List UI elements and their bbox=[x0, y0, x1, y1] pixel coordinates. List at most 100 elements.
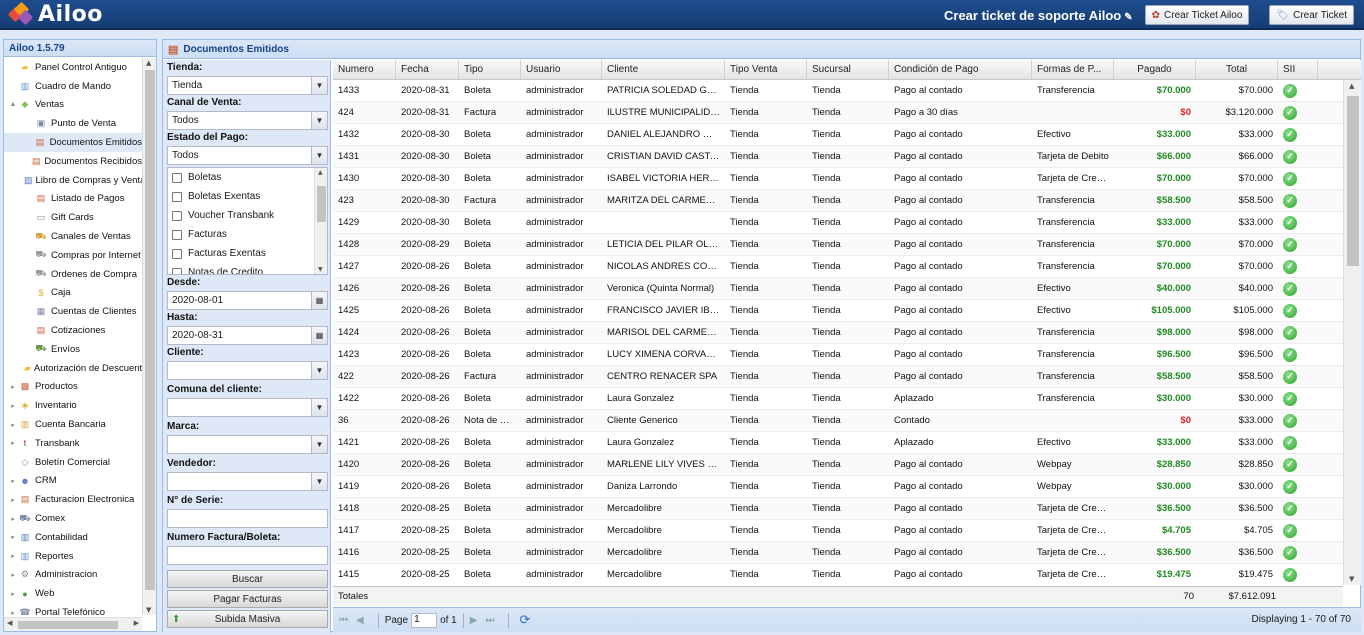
sii-accepted-icon[interactable]: ✓ bbox=[1283, 369, 1297, 384]
sii-accepted-icon[interactable]: ✓ bbox=[1283, 193, 1297, 208]
sidebar-item-autorizaci-n-de-descuentos[interactable]: ▰ Autorización de Descuentos bbox=[4, 359, 142, 378]
sidebar-item-ventas[interactable]: ▲ ◆ Ventas bbox=[4, 96, 142, 115]
sii-accepted-icon[interactable]: ✓ bbox=[1283, 391, 1297, 406]
table-row[interactable]: 1420 2020-08-26 Boleta administrador MARLENE… bbox=[333, 454, 1343, 476]
chevron-down-icon[interactable]: ▼ bbox=[311, 473, 327, 490]
doc-type-checkbox-facturas[interactable]: Facturas bbox=[168, 225, 327, 244]
sidebar-item-compras-por-internet[interactable]: ⛟ Compras por Internet bbox=[4, 246, 142, 265]
sidebar-item-env-os[interactable]: ⛟ Envíos bbox=[4, 340, 142, 359]
sii-accepted-icon[interactable]: ✓ bbox=[1283, 281, 1297, 296]
comuna-select[interactable]: ▼ bbox=[167, 398, 328, 417]
nav-hscroll-thumb[interactable] bbox=[18, 621, 118, 629]
expand-toggle-icon[interactable]: ▸ bbox=[8, 477, 18, 485]
sii-accepted-icon[interactable]: ✓ bbox=[1283, 303, 1297, 318]
sii-accepted-icon[interactable]: ✓ bbox=[1283, 215, 1297, 230]
pagar-facturas-button[interactable]: Pagar Facturas bbox=[167, 590, 328, 608]
table-row[interactable]: 1433 2020-08-31 Boleta administrador PATRICI… bbox=[333, 80, 1343, 102]
nav-vertical-scrollbar[interactable]: ▲ ▼ bbox=[142, 58, 156, 615]
desde-date-field[interactable]: 2020-08-01 ▦ bbox=[167, 291, 328, 310]
subida-masiva-button[interactable]: ⬆ Subida Masiva bbox=[167, 610, 328, 628]
sidebar-item-punto-de-venta[interactable]: ▣ Punto de Venta bbox=[4, 114, 142, 133]
sidebar-item-productos[interactable]: ▸ ▩ Productos bbox=[4, 378, 142, 397]
last-page-icon[interactable]: ⏭ bbox=[485, 615, 494, 626]
sii-accepted-icon[interactable]: ✓ bbox=[1283, 171, 1297, 186]
buscar-button[interactable]: Buscar bbox=[167, 570, 328, 588]
ailoo-logo[interactable]: Ailoo bbox=[7, 1, 103, 27]
table-row[interactable]: 1417 2020-08-25 Boleta administrador Mercado… bbox=[333, 520, 1343, 542]
table-row[interactable]: 1432 2020-08-30 Boleta administrador DANIEL … bbox=[333, 124, 1343, 146]
checkbox[interactable] bbox=[172, 248, 182, 259]
checkbox[interactable] bbox=[172, 210, 182, 221]
sii-accepted-icon[interactable]: ✓ bbox=[1283, 413, 1297, 428]
table-row[interactable]: 1415 2020-08-25 Boleta administrador Mercado… bbox=[333, 564, 1343, 585]
expand-toggle-icon[interactable]: ▸ bbox=[8, 609, 18, 616]
sii-accepted-icon[interactable]: ✓ bbox=[1283, 523, 1297, 538]
table-row[interactable]: 1428 2020-08-29 Boleta administrador LETICIA… bbox=[333, 234, 1343, 256]
checkbox[interactable] bbox=[172, 267, 182, 274]
sii-accepted-icon[interactable]: ✓ bbox=[1283, 259, 1297, 274]
estado-select[interactable]: Todos ▼ bbox=[167, 146, 328, 165]
table-row[interactable]: 422 2020-08-26 Factura administrador CENTRO … bbox=[333, 366, 1343, 388]
sii-accepted-icon[interactable]: ✓ bbox=[1283, 149, 1297, 164]
sii-accepted-icon[interactable]: ✓ bbox=[1283, 435, 1297, 450]
scroll-down-icon[interactable]: ▼ bbox=[318, 266, 323, 273]
refresh-icon[interactable]: ⟳ bbox=[519, 612, 530, 628]
table-row[interactable]: 1423 2020-08-26 Boleta administrador LUCY XI… bbox=[333, 344, 1343, 366]
scroll-up-icon[interactable]: ▲ bbox=[318, 169, 323, 176]
sii-accepted-icon[interactable]: ✓ bbox=[1283, 127, 1297, 142]
table-row[interactable]: 1429 2020-08-30 Boleta administrador Tienda T… bbox=[333, 212, 1343, 234]
column-header-tipo[interactable]: Tipo bbox=[459, 60, 521, 79]
scroll-right-icon[interactable]: ▶ bbox=[134, 619, 139, 627]
first-page-icon[interactable]: ⏮ bbox=[339, 615, 348, 626]
column-header-condici-n-de-pago[interactable]: Condición de Pago bbox=[889, 60, 1032, 79]
scroll-down-icon[interactable]: ▼ bbox=[1349, 575, 1354, 583]
checkbox[interactable] bbox=[172, 172, 182, 183]
chevron-down-icon[interactable]: ▼ bbox=[311, 112, 327, 129]
sidebar-item-contabilidad[interactable]: ▸ ▥ Contabilidad bbox=[4, 528, 142, 547]
column-header-fecha[interactable]: Fecha bbox=[396, 60, 459, 79]
canal-select[interactable]: Todos ▼ bbox=[167, 111, 328, 130]
table-row[interactable]: 424 2020-08-31 Factura administrador ILUSTRE… bbox=[333, 102, 1343, 124]
sidebar-item-ordenes-de-compra[interactable]: ⛟ Ordenes de Compra bbox=[4, 265, 142, 284]
checklist-scroll-thumb[interactable] bbox=[317, 186, 326, 222]
sii-accepted-icon[interactable]: ✓ bbox=[1283, 545, 1297, 560]
sidebar-item-gift-cards[interactable]: ▭ Gift Cards bbox=[4, 208, 142, 227]
nav-scroll-thumb[interactable] bbox=[145, 70, 155, 590]
expand-toggle-icon[interactable]: ▲ bbox=[8, 101, 18, 108]
expand-toggle-icon[interactable]: ▸ bbox=[8, 421, 18, 429]
table-row[interactable]: 1426 2020-08-26 Boleta administrador Veronic… bbox=[333, 278, 1343, 300]
sidebar-item-facturacion-electronica[interactable]: ▸ ▤ Facturacion Electronica bbox=[4, 490, 142, 509]
expand-toggle-icon[interactable]: ▸ bbox=[8, 383, 18, 391]
column-header-pagado[interactable]: Pagado bbox=[1114, 60, 1196, 79]
sidebar-item-panel-control-antiguo[interactable]: ▰ Panel Control Antiguo bbox=[4, 58, 142, 77]
grid-scroll-thumb[interactable] bbox=[1347, 96, 1359, 266]
calendar-icon[interactable]: ▦ bbox=[311, 292, 327, 309]
sidebar-item-cuadro-de-mando[interactable]: ▥ Cuadro de Mando bbox=[4, 77, 142, 96]
sidebar-item-bolet-n-comercial[interactable]: ◇ Boletín Comercial bbox=[4, 453, 142, 472]
sidebar-item-documentos-emitidos[interactable]: ▤ Documentos Emitidos bbox=[4, 133, 142, 152]
column-header-cliente[interactable]: Cliente bbox=[602, 60, 725, 79]
table-row[interactable]: 1422 2020-08-26 Boleta administrador Laura G… bbox=[333, 388, 1343, 410]
cliente-select[interactable]: ▼ bbox=[167, 361, 328, 380]
table-row[interactable]: 36 2020-08-26 Nota de Credito administrador… bbox=[333, 410, 1343, 432]
table-row[interactable]: 1430 2020-08-30 Boleta administrador ISABEL … bbox=[333, 168, 1343, 190]
serie-input[interactable] bbox=[167, 509, 328, 528]
column-header-formas-de-p-[interactable]: Formas de P... bbox=[1032, 60, 1114, 79]
checklist-scrollbar[interactable]: ▲ ▼ bbox=[314, 168, 327, 274]
sidebar-item-inventario[interactable]: ▸ ◈ Inventario bbox=[4, 396, 142, 415]
doc-type-checkbox-facturas-exentas[interactable]: Facturas Exentas bbox=[168, 244, 327, 263]
calendar-icon[interactable]: ▦ bbox=[311, 327, 327, 344]
crear-ticket-ailoo-button[interactable]: ✿ Crear Ticket Ailoo bbox=[1144, 5, 1250, 25]
doc-type-checkbox-voucher-transbank[interactable]: Voucher Transbank bbox=[168, 206, 327, 225]
tienda-select[interactable]: Tienda ▼ bbox=[167, 76, 328, 95]
chevron-down-icon[interactable]: ▼ bbox=[311, 362, 327, 379]
scroll-up-icon[interactable]: ▲ bbox=[146, 59, 151, 67]
sidebar-item-canales-de-ventas[interactable]: ⛟ Canales de Ventas bbox=[4, 227, 142, 246]
doc-type-checkbox-boletas-exentas[interactable]: Boletas Exentas bbox=[168, 187, 327, 206]
sidebar-item-cuenta-bancaria[interactable]: ▸ ▥ Cuenta Bancaria bbox=[4, 415, 142, 434]
column-header-tipo-venta[interactable]: Tipo Venta bbox=[725, 60, 807, 79]
sii-accepted-icon[interactable]: ✓ bbox=[1283, 479, 1297, 494]
expand-toggle-icon[interactable]: ▸ bbox=[8, 552, 18, 560]
expand-toggle-icon[interactable]: ▸ bbox=[8, 515, 18, 523]
sidebar-item-cotizaciones[interactable]: ▤ Cotizaciones bbox=[4, 321, 142, 340]
